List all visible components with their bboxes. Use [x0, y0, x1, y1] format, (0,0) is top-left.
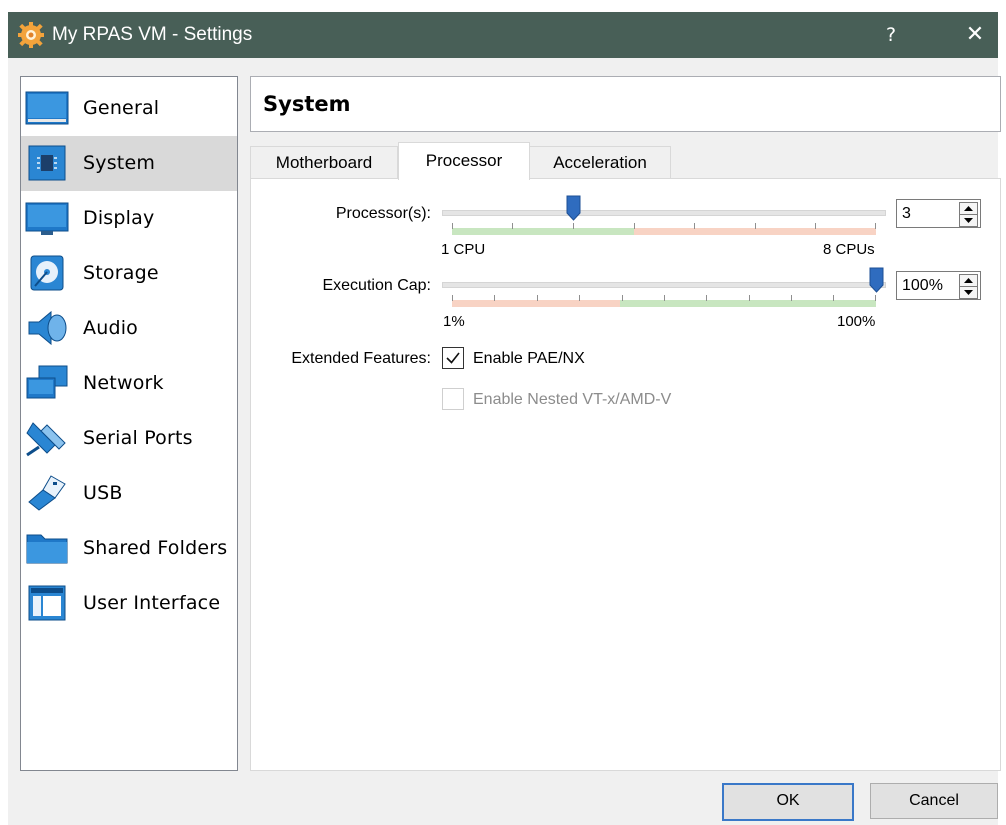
- system-icon: [28, 145, 66, 181]
- network-icon: [26, 365, 68, 399]
- serial-ports-icon: [26, 422, 66, 457]
- ok-button[interactable]: OK: [722, 783, 854, 821]
- window-title: My RPAS VM - Settings: [52, 24, 253, 45]
- execution-cap-slider-thumb[interactable]: [869, 267, 884, 293]
- enable-nested-vt-checkbox[interactable]: [442, 388, 464, 410]
- processors-max-label: 8 CPUs: [823, 241, 875, 258]
- execution-cap-slider-track[interactable]: [442, 282, 886, 288]
- sidebar-item-label: Network: [83, 372, 164, 394]
- tab-processor[interactable]: Processor: [398, 142, 530, 180]
- settings-window: My RPAS VM - Settings ? ✕ General System: [8, 12, 1001, 825]
- enable-nested-vt-label[interactable]: Enable Nested VT-x/AMD-V: [473, 391, 671, 409]
- processors-scale: [452, 223, 876, 235]
- tab-acceleration[interactable]: Acceleration: [529, 146, 671, 179]
- sidebar-item-label: Storage: [83, 262, 159, 284]
- sidebar-item-usb[interactable]: USB: [21, 466, 237, 521]
- processors-label: Processor(s):: [335, 205, 431, 222]
- help-button[interactable]: ?: [874, 18, 908, 52]
- execution-cap-value: 100%: [902, 277, 943, 294]
- settings-sidebar: General System Display Storage Audio Net…: [20, 76, 238, 771]
- processors-slider-thumb[interactable]: [566, 195, 581, 221]
- general-icon: [25, 91, 69, 125]
- sidebar-item-label: Serial Ports: [83, 427, 193, 449]
- user-interface-icon: [28, 585, 66, 621]
- page-header: System: [250, 76, 1001, 132]
- processors-slider-track[interactable]: [442, 210, 886, 216]
- processor-tab-panel: Processor(s): 1 CPU 8 CPUs 3 Execution C…: [250, 178, 1001, 771]
- sidebar-item-label: General: [83, 97, 160, 119]
- usb-icon: [28, 475, 66, 511]
- spin-arrows-icon[interactable]: [959, 202, 978, 227]
- cancel-button[interactable]: Cancel: [870, 783, 998, 819]
- sidebar-item-label: Shared Folders: [83, 537, 228, 559]
- sidebar-item-system[interactable]: System: [21, 136, 237, 191]
- sidebar-item-serial-ports[interactable]: Serial Ports: [21, 411, 237, 466]
- sidebar-item-label: USB: [83, 482, 123, 504]
- extended-features-label: Extended Features:: [291, 350, 431, 367]
- processors-min-label: 1 CPU: [441, 241, 486, 258]
- spin-arrows-icon[interactable]: [959, 274, 978, 299]
- tab-motherboard[interactable]: Motherboard: [250, 146, 398, 179]
- execution-cap-scale: [452, 295, 876, 307]
- execution-cap-min-label: 1%: [443, 313, 465, 330]
- execution-cap-spinbox[interactable]: 100%: [896, 271, 981, 300]
- checkmark-icon: [446, 352, 460, 364]
- page-title: System: [263, 92, 351, 116]
- execution-cap-label: Execution Cap:: [322, 277, 431, 294]
- sidebar-item-audio[interactable]: Audio: [21, 301, 237, 356]
- sidebar-item-label: Display: [83, 207, 155, 229]
- sidebar-item-label: System: [83, 152, 156, 174]
- close-button[interactable]: ✕: [958, 18, 992, 52]
- processors-value: 3: [902, 205, 911, 222]
- sidebar-item-label: User Interface: [83, 592, 221, 614]
- sidebar-item-general[interactable]: General: [21, 81, 237, 136]
- storage-icon: [30, 255, 64, 291]
- title-bar[interactable]: My RPAS VM - Settings ? ✕: [8, 12, 998, 58]
- execution-cap-max-label: 100%: [837, 313, 876, 330]
- sidebar-item-user-interface[interactable]: User Interface: [21, 576, 237, 631]
- enable-pae-nx-checkbox[interactable]: [442, 347, 464, 369]
- processors-spinbox[interactable]: 3: [896, 199, 981, 228]
- virtualbox-gear-icon: [18, 22, 44, 48]
- enable-pae-nx-label[interactable]: Enable PAE/NX: [473, 350, 585, 368]
- audio-icon: [28, 310, 67, 346]
- sidebar-item-network[interactable]: Network: [21, 356, 237, 411]
- sidebar-item-storage[interactable]: Storage: [21, 246, 237, 301]
- shared-folders-icon: [26, 534, 68, 564]
- display-icon: [25, 202, 69, 235]
- sidebar-item-label: Audio: [83, 317, 139, 339]
- sidebar-item-display[interactable]: Display: [21, 191, 237, 246]
- sidebar-item-shared-folders[interactable]: Shared Folders: [21, 521, 237, 576]
